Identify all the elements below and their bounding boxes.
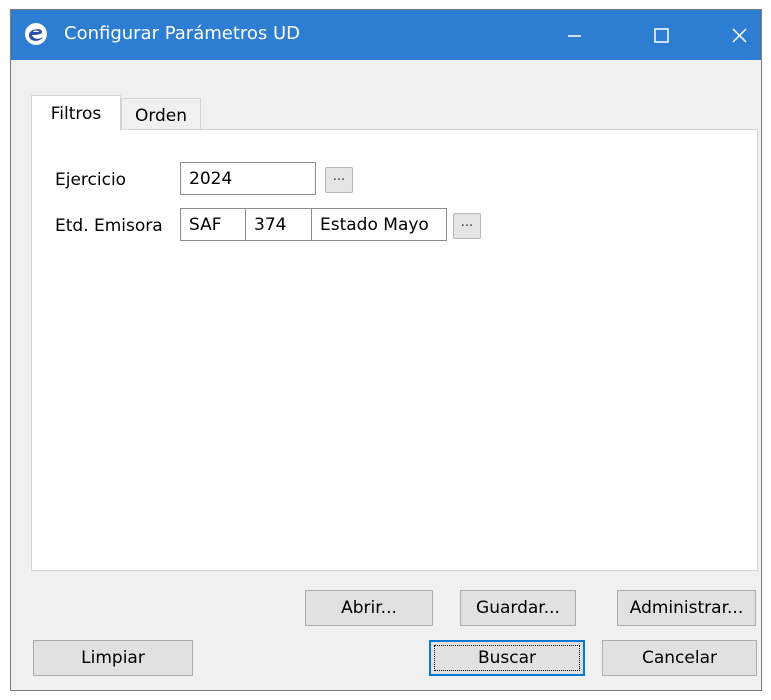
emisora-code-input[interactable]: SAF — [180, 208, 246, 241]
emisora-browse-button[interactable]: ... — [453, 213, 481, 239]
maximize-button[interactable] — [633, 10, 691, 60]
emisora-number-input[interactable]: 374 — [245, 208, 312, 241]
emisora-name-input[interactable]: Estado Mayo — [311, 208, 447, 241]
save-button[interactable]: Guardar... — [460, 590, 576, 626]
maximize-icon — [654, 28, 669, 43]
search-button[interactable]: Buscar — [429, 640, 585, 676]
tab-orden[interactable]: Orden — [121, 98, 201, 130]
close-button[interactable] — [703, 10, 761, 60]
filters-panel: Ejercicio 2024 ... Etd. Emisora SAF 374 … — [31, 129, 758, 571]
minimize-icon — [568, 35, 581, 37]
title-bar[interactable]: Configurar Parámetros UD — [11, 10, 761, 60]
ejercicio-label: Ejercicio — [55, 170, 127, 190]
clear-button[interactable]: Limpiar — [33, 640, 193, 676]
ejercicio-browse-button[interactable]: ... — [325, 167, 353, 193]
window-title: Configurar Parámetros UD — [64, 23, 301, 44]
dialog-window: Configurar Parámetros UD Filtros Orden E… — [10, 9, 762, 691]
close-icon — [732, 28, 747, 43]
focus-rectangle — [434, 645, 580, 671]
ejercicio-input[interactable]: 2024 — [180, 162, 316, 195]
tab-filtros[interactable]: Filtros — [31, 95, 121, 131]
minimize-button[interactable] — [545, 10, 603, 60]
open-button[interactable]: Abrir... — [305, 590, 433, 626]
app-logo-icon — [25, 23, 47, 45]
cancel-button[interactable]: Cancelar — [602, 640, 757, 676]
manage-button[interactable]: Administrar... — [617, 590, 756, 626]
emisora-label: Etd. Emisora — [55, 216, 163, 236]
